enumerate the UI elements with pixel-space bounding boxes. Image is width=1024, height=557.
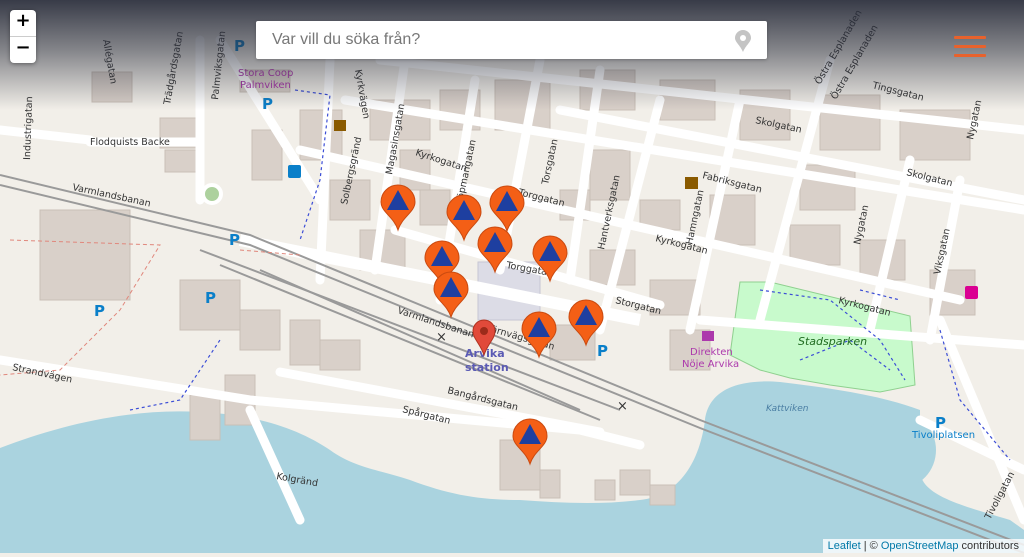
poi-label: Palmviken [240, 80, 291, 91]
crossing-icon: × [436, 330, 447, 345]
zoom-in-button[interactable]: + [10, 10, 36, 36]
station-label: station [465, 361, 509, 374]
cinema-icon [685, 177, 698, 189]
hamburger-menu-icon[interactable] [954, 36, 986, 58]
parking-icon: P [205, 289, 216, 307]
library-icon [334, 120, 346, 131]
zoom-control: + − [10, 10, 36, 63]
zoom-out-button[interactable]: − [10, 36, 36, 63]
osm-link[interactable]: OpenStreetMap [881, 540, 959, 552]
street-label: Flodquists Backe [90, 137, 170, 148]
hospital-icon [965, 286, 978, 299]
parking-icon: P [262, 95, 273, 113]
parking-icon: P [229, 231, 240, 249]
water-label: Kattviken [766, 404, 809, 414]
parking-icon: P [597, 342, 608, 360]
park-label: Stadsparken [798, 335, 867, 348]
map-canvas[interactable]: P P P P P P P × × Allégatan Trädgårdsgat… [0, 0, 1024, 554]
shop-icon [702, 331, 714, 341]
poi-label: Direkten [690, 347, 733, 358]
search-box [256, 21, 767, 59]
attribution-separator: | © [860, 540, 881, 552]
crossing-icon: × [617, 399, 628, 414]
leaflet-link[interactable]: Leaflet [828, 540, 861, 552]
poi-label: Nöje Arvika [682, 359, 739, 370]
search-input[interactable] [256, 21, 712, 59]
location-pin-icon[interactable] [735, 30, 751, 52]
poi-label: Tivoliplatsen [911, 430, 975, 441]
poi-label: Stora Coop [238, 68, 293, 79]
attribution: Leaflet | © OpenStreetMap contributors [822, 539, 1024, 553]
street-label: Industrigatan [22, 96, 35, 160]
parking-icon: P [234, 37, 245, 55]
parking-icon: P [94, 302, 105, 320]
bus-stop-icon [288, 165, 301, 178]
attribution-suffix: contributors [958, 540, 1019, 552]
